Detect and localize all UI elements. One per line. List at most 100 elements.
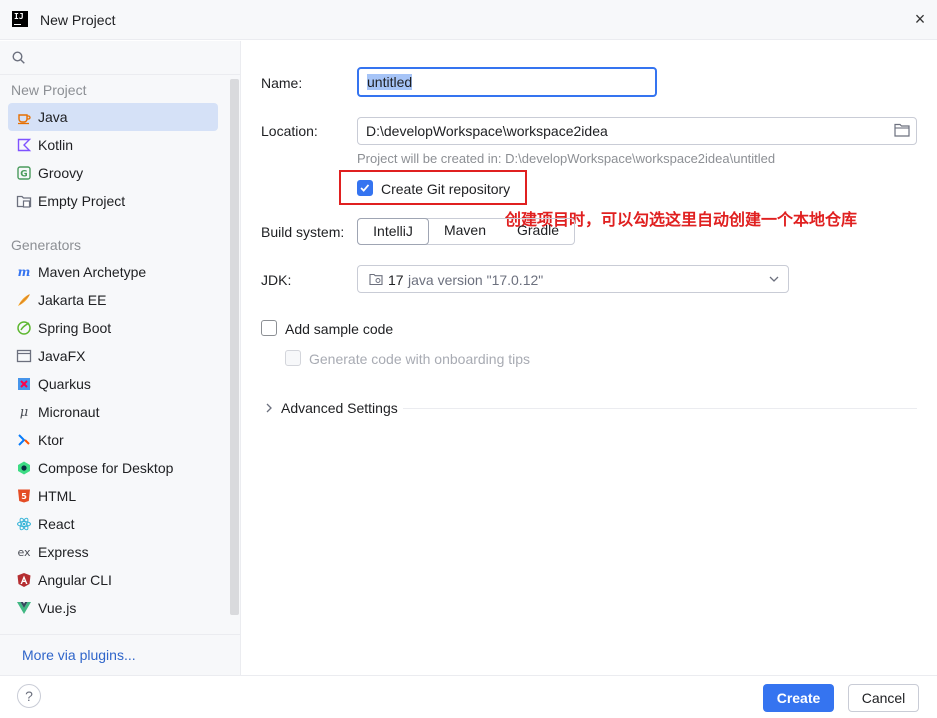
sidebar-item-html[interactable]: 5 HTML (8, 482, 218, 510)
group-label-new-project: New Project (11, 82, 87, 98)
sidebar-item-javafx[interactable]: JavaFX (8, 342, 218, 370)
build-system-label: Build system: (261, 224, 345, 240)
angular-icon (17, 573, 31, 587)
folder-icon[interactable] (894, 123, 910, 137)
advanced-settings-label: Advanced Settings (281, 400, 398, 416)
sidebar-item-label: Express (38, 544, 89, 560)
svg-text:5: 5 (21, 492, 27, 501)
javafx-icon (16, 349, 32, 363)
kotlin-icon (17, 138, 32, 152)
sidebar-item-label: HTML (38, 488, 77, 504)
sidebar-item-label: Empty Project (38, 193, 126, 209)
sidebar-item-label: Spring Boot (38, 320, 112, 336)
sidebar-item-label: JavaFX (38, 348, 86, 364)
sidebar-item-label: Ktor (38, 432, 64, 448)
express-icon: ex (17, 546, 31, 559)
name-label: Name: (261, 75, 303, 91)
window-title: New Project (40, 12, 116, 28)
jdk-select[interactable]: 17 java version "17.0.12" (357, 265, 789, 293)
divider (0, 634, 240, 635)
sidebar-item-empty-project[interactable]: Empty Project (8, 187, 218, 215)
sidebar-item-label: Groovy (38, 165, 84, 181)
sidebar-item-quarkus[interactable]: Quarkus (8, 370, 218, 398)
chevron-right-icon (266, 403, 272, 413)
intellij-logo-icon: IJ (12, 11, 28, 27)
compose-icon (18, 461, 30, 475)
sidebar-item-label: Angular CLI (38, 572, 112, 588)
onboarding-label: Generate code with onboarding tips (309, 351, 531, 367)
create-button[interactable]: Create (763, 684, 834, 712)
onboarding-checkbox (285, 350, 301, 366)
sidebar-item-express[interactable]: ex Express (8, 538, 218, 566)
sidebar-item-label: Kotlin (38, 137, 74, 153)
search-input[interactable] (32, 47, 232, 69)
react-icon (17, 517, 31, 531)
sidebar-item-label: Jakarta EE (38, 292, 107, 308)
sidebar-item-jakarta-ee[interactable]: Jakarta EE (8, 286, 218, 314)
sidebar-item-ktor[interactable]: Ktor (8, 426, 218, 454)
sidebar-item-angular-cli[interactable]: Angular CLI (8, 566, 218, 594)
name-value: untitled (367, 74, 413, 90)
build-option-intellij[interactable]: IntelliJ (357, 218, 429, 245)
help-button[interactable]: ? (17, 684, 41, 708)
sidebar-item-maven-archetype[interactable]: m Maven Archetype (8, 258, 218, 286)
build-option-maven[interactable]: Maven (431, 218, 499, 245)
svg-text:μ: μ (20, 405, 28, 420)
chevron-down-icon (769, 276, 779, 282)
quarkus-icon (18, 378, 30, 390)
location-hint: Project will be created in: D:\developWo… (357, 151, 776, 166)
html-icon: 5 (18, 489, 30, 503)
sidebar-item-label: React (38, 516, 75, 532)
empty-project-icon (16, 195, 32, 208)
location-input[interactable]: D:\developWorkspace\workspace2idea (357, 117, 917, 145)
groovy-icon: G (17, 166, 31, 180)
svg-text:m: m (18, 265, 31, 279)
jdk-description: java version "17.0.12" (408, 272, 544, 288)
name-input[interactable]: untitled (357, 67, 657, 97)
sidebar-item-micronaut[interactable]: μ Micronaut (8, 398, 218, 426)
cancel-button[interactable]: Cancel (848, 684, 919, 712)
sidebar-item-kotlin[interactable]: Kotlin (8, 131, 218, 159)
sidebar-item-groovy[interactable]: G Groovy (8, 159, 218, 187)
group-label-generators: Generators (11, 237, 82, 253)
sidebar-item-spring-boot[interactable]: Spring Boot (8, 314, 218, 342)
checkmark-icon (360, 184, 370, 192)
search-row (0, 41, 240, 75)
divider (403, 408, 917, 409)
sidebar-item-label: Java (38, 109, 68, 125)
search-icon (12, 51, 25, 64)
jdk-folder-icon (369, 273, 383, 285)
sidebar-item-label: Quarkus (38, 376, 91, 392)
vue-icon (17, 602, 31, 614)
sidebar-item-java[interactable]: Java (8, 103, 218, 131)
title-bar: IJ New Project × (0, 0, 937, 40)
svg-text:ex: ex (17, 546, 31, 559)
spring-icon (17, 321, 31, 335)
jdk-label: JDK: (261, 272, 292, 288)
sidebar-scrollbar[interactable] (230, 79, 239, 615)
dialog-footer: ? Create Cancel (0, 675, 937, 718)
jakarta-icon (18, 294, 30, 306)
sample-code-label[interactable]: Add sample code (285, 321, 393, 337)
sidebar-item-label: Vue.js (38, 600, 77, 616)
close-icon[interactable]: × (908, 8, 932, 32)
sample-code-checkbox[interactable] (261, 320, 277, 336)
ktor-icon (18, 434, 30, 446)
build-option-gradle[interactable]: Gradle (503, 218, 573, 245)
advanced-settings-toggle[interactable]: Advanced Settings (261, 398, 917, 418)
git-checkbox[interactable] (357, 180, 373, 196)
git-checkbox-label[interactable]: Create Git repository (381, 181, 510, 197)
sidebar-item-compose-for-desktop[interactable]: Compose for Desktop (8, 454, 218, 482)
micronaut-icon: μ (20, 405, 28, 420)
sidebar-item-label: Maven Archetype (38, 264, 147, 280)
more-plugins-link[interactable]: More via plugins... (22, 647, 136, 663)
sidebar-item-vuejs[interactable]: Vue.js (8, 594, 218, 622)
sidebar: New Project Java Kotlin G Groovy Empty P… (0, 41, 241, 675)
maven-icon: m (18, 265, 31, 279)
location-label: Location: (261, 123, 318, 139)
sidebar-item-react[interactable]: React (8, 510, 218, 538)
sidebar-item-label: Micronaut (38, 404, 100, 420)
java-icon (18, 114, 31, 125)
jdk-version: 17 (388, 272, 404, 288)
sidebar-item-label: Compose for Desktop (38, 460, 174, 476)
